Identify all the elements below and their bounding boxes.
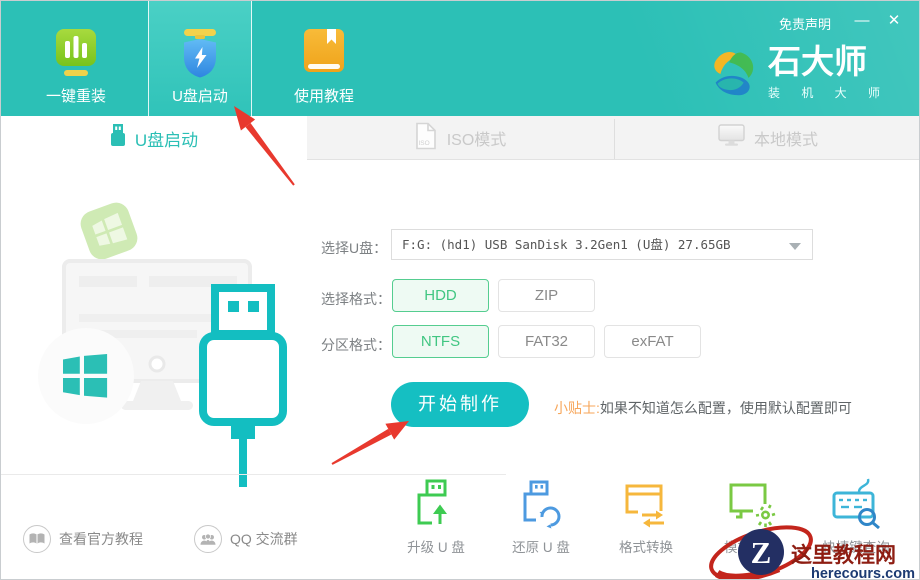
- tip-prefix: 小贴士:: [554, 400, 600, 416]
- qq-group-link[interactable]: QQ 交流群: [194, 525, 298, 553]
- green-windows-tile: [77, 199, 141, 263]
- tool-restore-usb[interactable]: 还原 U 盘: [496, 477, 586, 556]
- tool-label: 升级 U 盘: [391, 536, 481, 556]
- watermark-domain: herecours.com: [811, 566, 915, 580]
- minimize-button[interactable]: —: [851, 10, 873, 32]
- brand-name: 石大师: [768, 43, 889, 81]
- book-icon: [300, 25, 348, 81]
- partition-option-exfat[interactable]: exFAT: [604, 325, 701, 358]
- iso-icon-text: ISO: [418, 140, 429, 147]
- tip-text-row: 小贴士:如果不知道怎么配置，使用默认配置即可: [554, 398, 852, 418]
- usb-select-label: 选择U盘：: [321, 238, 387, 258]
- watermark-site-name: 这里教程网: [791, 543, 896, 567]
- footer-divider: [1, 474, 506, 475]
- upgrade-usb-icon: [410, 516, 462, 533]
- official-tutorial-link[interactable]: 查看官方教程: [23, 525, 143, 553]
- disclaimer-link[interactable]: 免责声明: [779, 14, 831, 33]
- app-window: 一键重装 U盘启动: [0, 0, 920, 580]
- brand-swirl-icon: [704, 43, 762, 108]
- partition-label: 分区格式：: [321, 335, 391, 355]
- tool-format-convert[interactable]: 格式转换: [601, 477, 691, 556]
- usb-select-dropdown[interactable]: F:G: (hd1) USB SanDisk 3.2Gen1 (U盘) 27.6…: [391, 229, 813, 260]
- usb-select-value: F:G: (hd1) USB SanDisk 3.2Gen1 (U盘) 27.6…: [392, 230, 812, 259]
- tool-label: 格式转换: [601, 536, 691, 556]
- footer-link-label: QQ 交流群: [230, 529, 298, 549]
- watermark-letter: Z: [751, 535, 772, 570]
- open-book-icon: [23, 525, 51, 553]
- restore-usb-icon: [515, 516, 567, 533]
- brand-subtitle: 装 机 大 师: [768, 84, 889, 101]
- format-option-zip[interactable]: ZIP: [498, 279, 595, 312]
- shield-lightning-icon: [176, 25, 224, 81]
- brand-logo: 石大师 装 机 大 师: [704, 43, 889, 108]
- partition-option-fat32[interactable]: FAT32: [498, 325, 595, 358]
- tab-label: 使用教程: [294, 85, 354, 106]
- footer-link-label: 查看官方教程: [59, 529, 143, 549]
- tab-label: 一键重装: [46, 85, 106, 106]
- usb-drive-icon: [110, 124, 126, 152]
- users-group-icon: [194, 525, 222, 553]
- tool-label: 还原 U 盘: [496, 536, 586, 556]
- mode-tab-local[interactable]: 本地模式: [615, 116, 920, 160]
- close-button[interactable]: ✕: [883, 10, 905, 32]
- tip-body: 如果不知道怎么配置，使用默认配置即可: [600, 400, 852, 416]
- mode-tab-iso[interactable]: ISO ISO模式: [307, 116, 614, 160]
- tab-label: U盘启动: [172, 85, 228, 106]
- format-option-hdd[interactable]: HDD: [392, 279, 489, 312]
- mode-tab-label: ISO模式: [447, 126, 507, 150]
- mode-tab-usb-boot[interactable]: U盘启动: [1, 116, 307, 160]
- format-label: 选择格式：: [321, 289, 391, 309]
- usb-computer-illustration: [31, 186, 311, 501]
- monitor-icon: [718, 124, 745, 152]
- header-bar: 一键重装 U盘启动: [1, 1, 919, 116]
- arrow-to-start-button: [332, 421, 410, 465]
- start-make-button[interactable]: 开始制作: [391, 382, 529, 427]
- tab-tutorial[interactable]: 使用教程: [272, 1, 376, 116]
- format-convert-icon: [620, 516, 672, 533]
- tab-one-click-reinstall[interactable]: 一键重装: [24, 1, 128, 116]
- bar-chart-icon: [52, 25, 100, 81]
- mode-tab-label: U盘启动: [135, 126, 198, 151]
- tab-usb-boot[interactable]: U盘启动: [148, 1, 252, 116]
- tool-upgrade-usb[interactable]: 升级 U 盘: [391, 477, 481, 556]
- iso-file-icon: ISO: [415, 122, 438, 155]
- partition-option-ntfs[interactable]: NTFS: [392, 325, 489, 358]
- watermark: Z 这里教程网 herecours.com: [691, 519, 920, 580]
- mode-tab-label: 本地模式: [754, 126, 818, 150]
- chevron-down-icon: [789, 243, 801, 250]
